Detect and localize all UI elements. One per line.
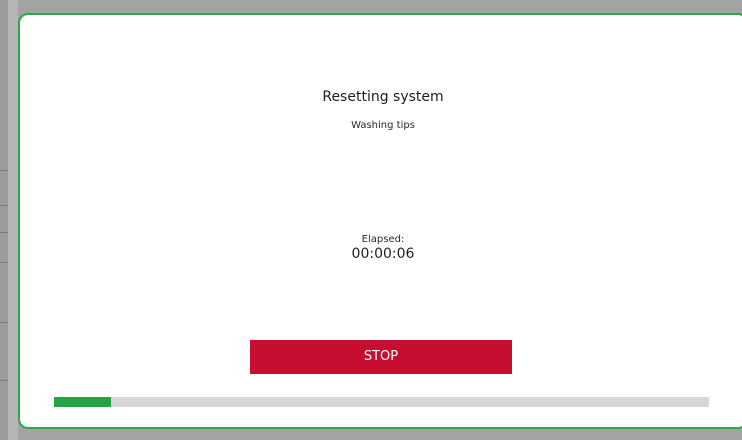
background-divider [0,170,8,171]
progress-fill [54,397,111,407]
background-divider [0,262,8,263]
background-divider [0,232,8,233]
elapsed-label: Elapsed: [361,234,405,245]
background-divider [0,322,8,323]
background-divider [0,380,8,381]
dialog-title: Resetting system [322,89,444,105]
dialog-subtitle: Washing tips [351,120,415,131]
reset-progress-dialog: Resetting system Washing tips Elapsed: 0… [18,13,742,429]
stop-button[interactable]: STOP [250,340,512,374]
elapsed-time: 00:00:06 [351,246,415,262]
background-divider [0,205,8,206]
progress-bar [54,397,709,407]
